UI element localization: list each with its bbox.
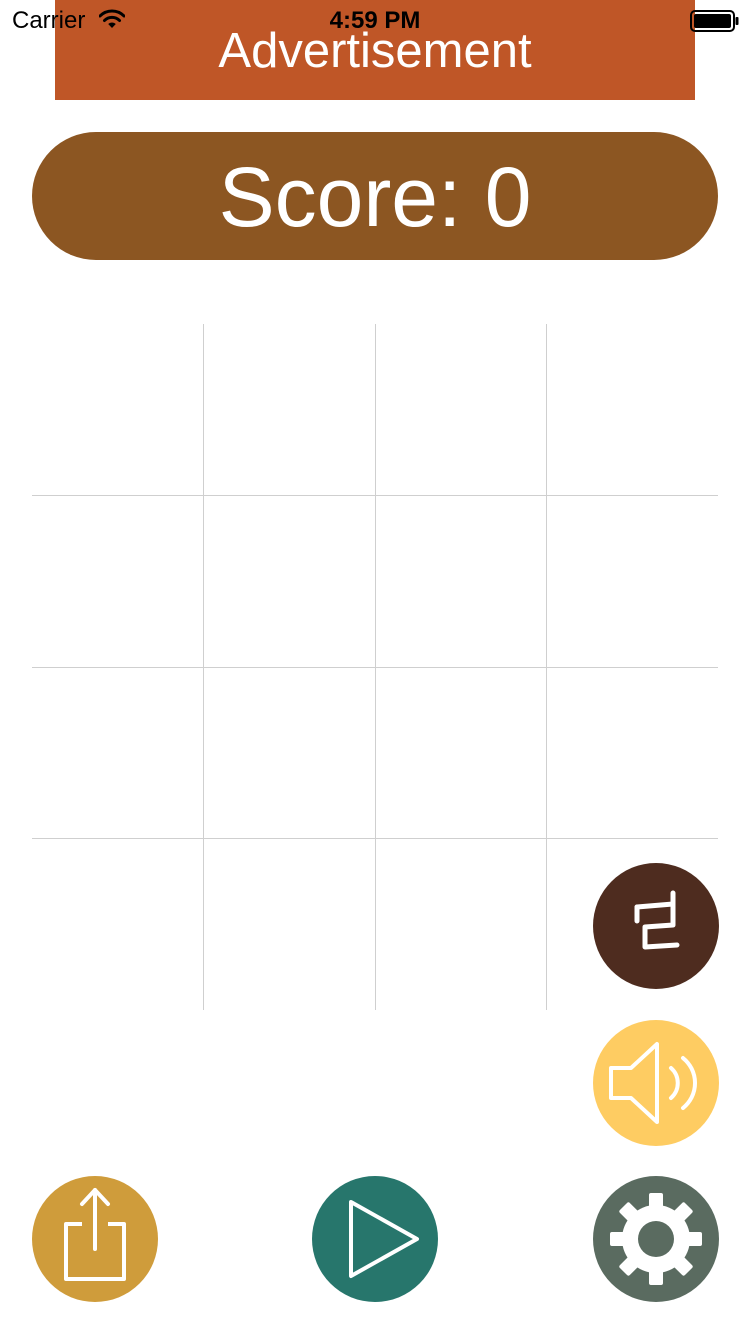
board-cell[interactable] (375, 838, 546, 1009)
share-button[interactable] (32, 1176, 158, 1302)
language-icon (634, 890, 680, 950)
board-cell[interactable] (32, 838, 203, 1009)
score-text: Score: 0 (32, 154, 718, 240)
board-cell[interactable] (203, 495, 374, 666)
board-cell[interactable] (375, 324, 546, 495)
gear-icon (610, 1193, 702, 1285)
grid-line-horizontal (32, 667, 718, 668)
score-value: 0 (484, 150, 532, 244)
board-cell[interactable] (32, 324, 203, 495)
speaker-icon (609, 1042, 697, 1124)
play-button[interactable] (312, 1176, 438, 1302)
share-icon (64, 1188, 126, 1281)
clock: 4:59 PM (329, 7, 421, 34)
settings-button[interactable] (593, 1176, 719, 1302)
score-label: Score: (218, 150, 462, 244)
sound-button[interactable] (593, 1020, 719, 1146)
board-cell[interactable] (546, 495, 717, 666)
board-cell[interactable] (203, 667, 374, 838)
board-cell[interactable] (546, 667, 717, 838)
play-icon (349, 1200, 419, 1278)
score-display: Score: 0 (32, 132, 718, 260)
board-cell[interactable] (32, 667, 203, 838)
battery-full-icon (690, 10, 739, 32)
game-screen: Advertisement Carrier 4:59 PM Score: 0 (0, 0, 750, 1334)
board-cell[interactable] (375, 495, 546, 666)
board-cell[interactable] (375, 667, 546, 838)
board-cell[interactable] (203, 838, 374, 1009)
grid-line-horizontal (32, 495, 718, 496)
board-cell[interactable] (203, 324, 374, 495)
board-cell[interactable] (32, 495, 203, 666)
grid-line-horizontal (32, 838, 718, 839)
board-cell[interactable] (546, 324, 717, 495)
language-button[interactable] (593, 863, 719, 989)
status-bar: Carrier 4:59 PM (0, 0, 750, 40)
